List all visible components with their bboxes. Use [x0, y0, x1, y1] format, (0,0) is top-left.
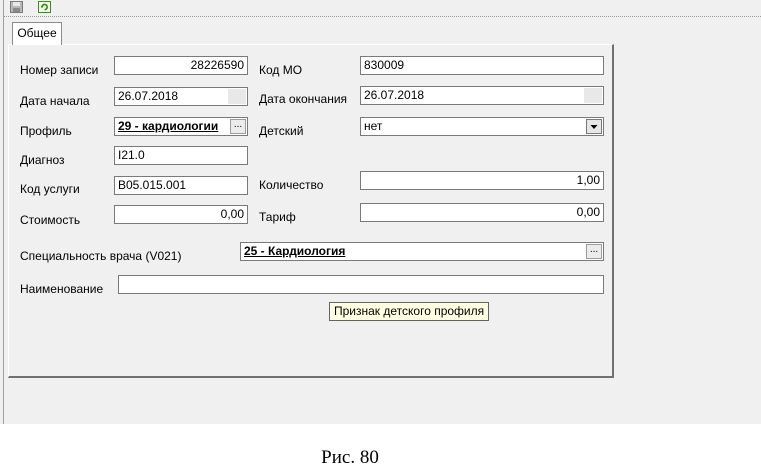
start-date-label: Дата начала [20, 94, 90, 108]
children-dropdown-button[interactable] [586, 119, 602, 134]
children-select[interactable]: нет [360, 117, 604, 136]
chevron-down-icon [590, 125, 598, 129]
tab-general[interactable]: Общее [12, 22, 62, 45]
specialty-label: Специальность врача (V021) [20, 249, 182, 263]
save-icon [10, 1, 23, 13]
screenshot-window: Общее Номер записи 28226590 Код МО 83000… [0, 0, 761, 424]
specialty-select-button[interactable]: ... [586, 244, 602, 259]
refresh-button[interactable] [38, 1, 51, 13]
end-date-picker[interactable] [584, 88, 602, 103]
tariff-label: Тариф [259, 210, 296, 224]
specialty-field[interactable]: 25 - Кардиология [240, 242, 604, 261]
name-field[interactable] [118, 275, 604, 294]
record-number-label: Номер записи [20, 63, 99, 77]
profile-field[interactable]: 29 - кардиологии [114, 117, 248, 136]
service-code-field[interactable]: B05.015.001 [114, 176, 248, 195]
end-date-value: 26.07.2018 [364, 88, 425, 102]
start-date-picker[interactable] [228, 89, 246, 104]
name-label: Наименование [20, 282, 104, 296]
toolbar [4, 0, 761, 17]
children-value: нет [364, 119, 383, 133]
cost-field[interactable]: 0,00 [114, 205, 248, 224]
start-date-value: 26.07.2018 [118, 89, 179, 103]
save-button[interactable] [10, 1, 23, 13]
refresh-icon [38, 1, 51, 13]
diagnosis-label: Диагноз [20, 153, 65, 167]
figure-caption: Рис. 80 [321, 447, 379, 468]
end-date-label: Дата окончания [259, 92, 348, 106]
tariff-field[interactable]: 0,00 [360, 203, 604, 222]
cost-label: Стоимость [20, 213, 81, 227]
mo-code-label: Код МО [259, 63, 303, 77]
profile-label: Профиль [20, 124, 72, 138]
quantity-field[interactable]: 1,00 [360, 171, 604, 190]
mo-code-field[interactable]: 830009 [360, 56, 604, 75]
left-divider [3, 0, 4, 424]
profile-select-button[interactable]: ... [230, 119, 246, 134]
children-label: Детский [259, 124, 304, 138]
record-number-field[interactable]: 28226590 [114, 56, 248, 75]
quantity-label: Количество [259, 178, 324, 192]
service-code-label: Код услуги [20, 182, 80, 196]
tooltip: Признак детского профиля [329, 302, 490, 321]
diagnosis-field[interactable]: I21.0 [114, 146, 248, 165]
end-date-field[interactable]: 26.07.2018 [360, 86, 604, 105]
start-date-field[interactable]: 26.07.2018 [114, 87, 248, 106]
